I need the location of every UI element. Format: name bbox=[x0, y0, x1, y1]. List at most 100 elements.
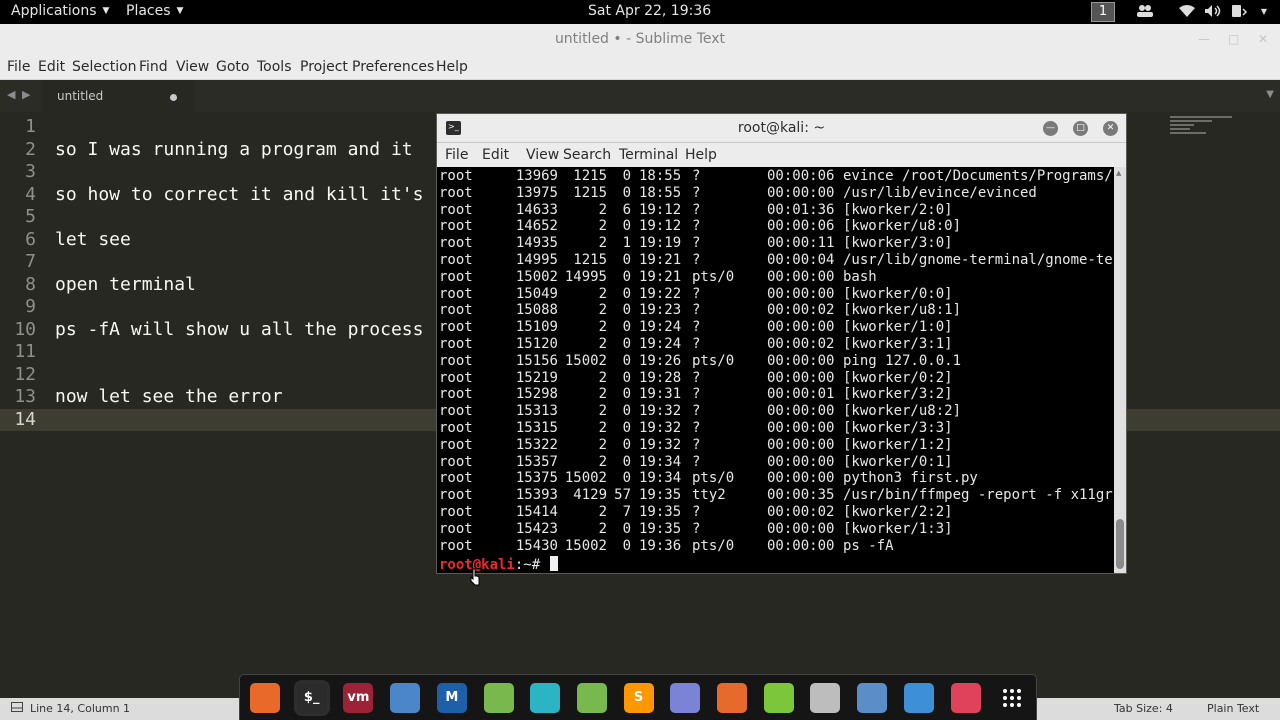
chevron-down-icon[interactable]: ▼ bbox=[1255, 4, 1273, 20]
sublime-text-icon[interactable]: S bbox=[623, 683, 654, 713]
terminal-icon[interactable]: $_ bbox=[296, 683, 327, 713]
term-menu-search[interactable]: Search bbox=[563, 147, 611, 163]
maximize-icon[interactable]: □ bbox=[1073, 121, 1088, 136]
firefox-icon[interactable] bbox=[250, 683, 280, 713]
process-stime: 19:12 bbox=[639, 201, 682, 218]
terminal-scrollbar[interactable]: ▲ bbox=[1114, 167, 1126, 573]
workspace-indicator[interactable]: 1 bbox=[1091, 2, 1115, 22]
process-time: 00:00:00 bbox=[767, 420, 835, 436]
tab-size-indicator[interactable]: Tab Size: 4 bbox=[1114, 702, 1173, 715]
volume-icon[interactable] bbox=[1204, 4, 1222, 20]
minimize-icon[interactable]: — bbox=[1043, 121, 1058, 136]
process-c: 0 bbox=[622, 168, 631, 184]
menu-find[interactable]: Find bbox=[139, 59, 168, 75]
maximize-icon[interactable]: □ bbox=[1228, 24, 1239, 55]
process-ppid: 4129 bbox=[573, 487, 607, 504]
process-uid: root bbox=[439, 218, 473, 235]
glasses-app-icon[interactable] bbox=[950, 683, 981, 713]
nav-back-icon[interactable]: ◀ bbox=[7, 88, 15, 101]
screenshot-app-icon[interactable] bbox=[903, 683, 934, 713]
process-pid: 15156 bbox=[515, 352, 558, 369]
term-menu-file[interactable]: File bbox=[445, 147, 468, 163]
power-icon[interactable] bbox=[1230, 4, 1248, 20]
process-time: 00:00:02 bbox=[767, 302, 835, 319]
menu-tools[interactable]: Tools bbox=[257, 59, 292, 75]
android-tool-2-icon[interactable] bbox=[576, 683, 607, 713]
process-c: 57 bbox=[614, 487, 631, 504]
clock[interactable]: Sat Apr 22, 19:36 bbox=[588, 3, 711, 19]
text-editor-icon[interactable] bbox=[670, 683, 701, 713]
term-menu-terminal[interactable]: Terminal bbox=[619, 147, 678, 163]
scroll-up-icon[interactable]: ▲ bbox=[1116, 169, 1121, 177]
vmware-icon[interactable]: vm bbox=[343, 683, 374, 713]
network-app-icon[interactable] bbox=[857, 683, 888, 713]
line-text: ps -fA will show u all the process bbox=[55, 318, 424, 340]
menu-view[interactable]: View bbox=[176, 59, 209, 75]
panel-toggle-icon[interactable] bbox=[11, 701, 23, 716]
top-panel: Applications ▼ Places ▼ Sat Apr 22, 19:36 … bbox=[0, 0, 1280, 24]
nav-forward-icon[interactable]: ▶ bbox=[22, 88, 30, 101]
syntax-indicator[interactable]: Plain Text bbox=[1207, 702, 1259, 715]
process-row: root 15313 2 0 19:32? 00:00:00 [kworker/u8:2] bbox=[439, 403, 1114, 420]
process-stime: 19:24 bbox=[639, 336, 682, 352]
process-row: root 15414 2 7 19:35? 00:00:02 [kworker/2:2] bbox=[439, 504, 1114, 521]
tab-untitled[interactable]: untitled bbox=[42, 80, 194, 112]
process-ppid: 2 bbox=[598, 218, 607, 235]
process-time: 00:00:02 bbox=[767, 504, 835, 520]
term-menu-view[interactable]: View bbox=[526, 147, 559, 163]
keyboard-app-icon[interactable] bbox=[810, 683, 841, 713]
term-menu-help[interactable]: Help bbox=[685, 147, 717, 163]
menu-project[interactable]: Project bbox=[300, 59, 348, 75]
process-stime: 19:35 bbox=[639, 520, 682, 537]
process-ppid: 14995 bbox=[564, 268, 607, 285]
chevron-down-icon: ▼ bbox=[102, 6, 110, 16]
process-ppid: 15002 bbox=[564, 470, 607, 487]
process-c: 0 bbox=[622, 352, 631, 369]
places-label: Places bbox=[126, 3, 171, 19]
process-c: 0 bbox=[622, 184, 631, 201]
metasploit-icon[interactable]: M bbox=[436, 683, 467, 713]
menu-goto[interactable]: Goto bbox=[216, 59, 249, 75]
menu-edit[interactable]: Edit bbox=[38, 59, 65, 75]
character-app-icon[interactable] bbox=[530, 683, 561, 713]
process-pid: 15414 bbox=[515, 504, 558, 520]
files-icon[interactable] bbox=[390, 683, 421, 713]
wifi-icon[interactable] bbox=[1178, 4, 1196, 20]
process-stime: 19:35 bbox=[639, 487, 682, 504]
process-tty: ? bbox=[692, 235, 701, 252]
menu-preferences[interactable]: Preferences bbox=[352, 59, 434, 75]
process-ppid: 15002 bbox=[564, 537, 607, 554]
terminal-output[interactable]: root 13969 1215 0 18:55? 00:00:06 evince /root… bbox=[437, 167, 1114, 573]
process-c: 0 bbox=[622, 268, 631, 285]
process-c: 0 bbox=[622, 319, 631, 336]
unsaved-dot-icon[interactable] bbox=[170, 94, 177, 101]
document-viewer-icon[interactable] bbox=[763, 683, 794, 713]
line-number: 14 bbox=[14, 408, 36, 430]
process-uid: root bbox=[439, 168, 473, 184]
terminal-prompt[interactable]: root@kali:~# bbox=[439, 556, 558, 573]
burp-suite-icon[interactable] bbox=[717, 683, 747, 713]
process-c: 0 bbox=[622, 386, 631, 403]
terminal-titlebar[interactable]: >_ root@kali: ~ — □ ✕ bbox=[437, 114, 1126, 143]
menu-file[interactable]: File bbox=[7, 59, 30, 75]
process-pid: 15298 bbox=[515, 386, 558, 403]
applications-menu[interactable]: Applications ▼ bbox=[11, 3, 109, 19]
minimize-icon[interactable]: — bbox=[1198, 24, 1210, 55]
places-menu[interactable]: Places ▼ bbox=[126, 3, 183, 19]
process-uid: root bbox=[439, 319, 473, 336]
term-menu-edit[interactable]: Edit bbox=[482, 147, 509, 163]
process-pid: 15430 bbox=[515, 537, 558, 554]
tab-list-dropdown-icon[interactable]: ▼ bbox=[1266, 89, 1274, 100]
process-time: 00:00:00 bbox=[767, 352, 835, 369]
minimap[interactable] bbox=[1170, 116, 1240, 146]
people-icon[interactable] bbox=[1136, 4, 1154, 20]
android-tool-1-icon[interactable] bbox=[483, 683, 514, 713]
menu-selection[interactable]: Selection bbox=[72, 59, 137, 75]
process-stime: 19:32 bbox=[639, 436, 682, 453]
show-apps-icon[interactable] bbox=[997, 683, 1028, 713]
close-icon[interactable]: ✕ bbox=[1103, 121, 1118, 136]
process-uid: root bbox=[439, 252, 473, 268]
close-icon[interactable]: ✕ bbox=[1258, 24, 1268, 55]
scrollbar-thumb[interactable] bbox=[1116, 519, 1124, 569]
menu-help[interactable]: Help bbox=[436, 59, 468, 75]
